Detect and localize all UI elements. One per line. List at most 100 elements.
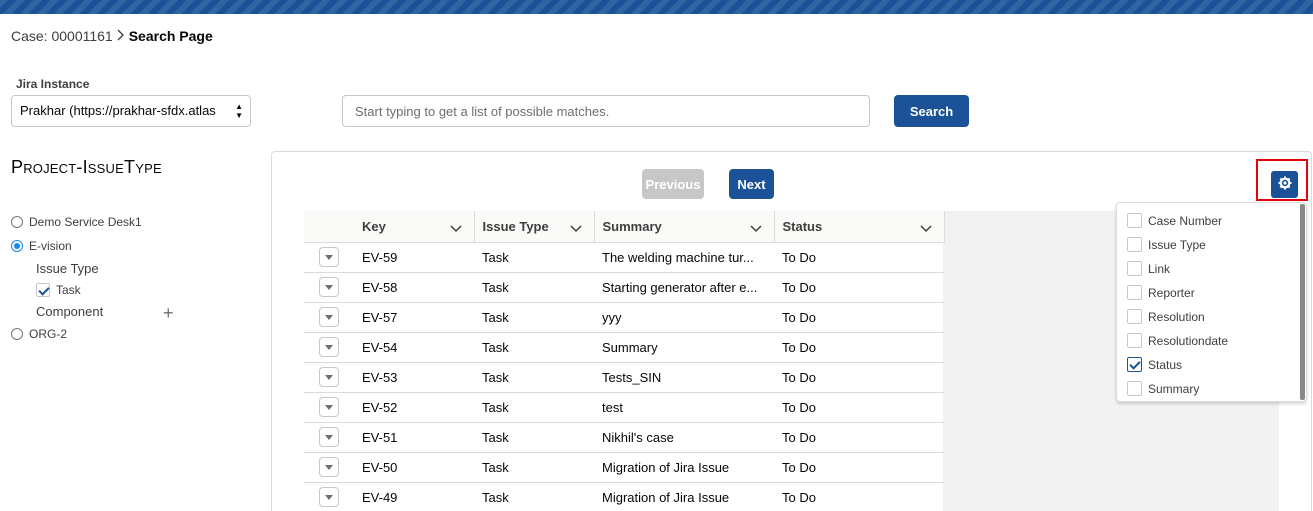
component-label: Component bbox=[36, 304, 104, 319]
cell-status: To Do bbox=[774, 422, 944, 453]
chevron-down-icon[interactable] bbox=[749, 221, 762, 236]
cell-key[interactable]: EV-53 bbox=[354, 362, 474, 393]
column-option-resolutiondate[interactable]: Resolutiondate bbox=[1127, 333, 1228, 348]
breadcrumb-current-page: Search Page bbox=[128, 28, 213, 44]
column-option-label: Issue Type bbox=[1148, 237, 1206, 252]
search-input[interactable] bbox=[342, 95, 870, 127]
project-radio-org-2[interactable]: ORG-2 bbox=[11, 327, 67, 341]
row-action-menu-button[interactable] bbox=[319, 247, 339, 267]
cell-issue-type: Task bbox=[474, 452, 594, 483]
project-label: Demo Service Desk1 bbox=[29, 215, 142, 229]
issue-type-task-checkbox[interactable]: Task bbox=[36, 283, 81, 297]
chevron-down-icon[interactable] bbox=[449, 221, 462, 236]
table-header-row: Key Issue Type Summary Status bbox=[304, 211, 945, 243]
row-action-menu-button[interactable] bbox=[319, 457, 339, 477]
column-header-status[interactable]: Status bbox=[774, 211, 945, 243]
row-action-menu-button[interactable] bbox=[319, 307, 339, 327]
table-row: EV-51 Task Nikhil's case To Do bbox=[304, 422, 944, 453]
chevron-down-icon[interactable] bbox=[919, 221, 932, 236]
row-action-menu-button[interactable] bbox=[319, 367, 339, 387]
column-header-issue-type[interactable]: Issue Type bbox=[474, 211, 595, 243]
caret-down-icon bbox=[325, 434, 333, 440]
caret-down-icon bbox=[325, 464, 333, 470]
checkbox-unchecked-icon bbox=[1127, 285, 1142, 300]
cell-key[interactable]: EV-59 bbox=[354, 242, 474, 273]
next-button[interactable]: Next bbox=[729, 169, 774, 199]
cell-status: To Do bbox=[774, 272, 944, 303]
cell-issue-type: Task bbox=[474, 482, 594, 511]
checkbox-unchecked-icon bbox=[1127, 309, 1142, 324]
search-page: Case: 00001161 Search Page Jira Instance… bbox=[0, 0, 1313, 511]
gear-icon bbox=[1278, 176, 1292, 193]
cell-summary: Starting generator after e... bbox=[594, 272, 774, 303]
cell-issue-type: Task bbox=[474, 392, 594, 423]
cell-key[interactable]: EV-52 bbox=[354, 392, 474, 423]
cell-status: To Do bbox=[774, 302, 944, 333]
radio-unchecked-icon bbox=[11, 328, 23, 340]
previous-button[interactable]: Previous bbox=[642, 169, 704, 199]
cell-key[interactable]: EV-57 bbox=[354, 302, 474, 333]
row-action-cell bbox=[304, 272, 354, 303]
caret-down-icon bbox=[325, 374, 333, 380]
column-option-issue-type[interactable]: Issue Type bbox=[1127, 237, 1206, 252]
cell-summary: yyy bbox=[594, 302, 774, 333]
checkbox-unchecked-icon bbox=[1127, 381, 1142, 396]
cell-status: To Do bbox=[774, 332, 944, 363]
table-row: EV-59 Task The welding machine tur... To… bbox=[304, 242, 944, 273]
column-header-actions bbox=[304, 211, 354, 243]
table-row: EV-57 Task yyy To Do bbox=[304, 302, 944, 333]
checkbox-unchecked-icon bbox=[1127, 213, 1142, 228]
row-action-cell bbox=[304, 242, 354, 273]
jira-instance-select[interactable]: Prakhar (https://prakhar-sfdx.atlas ▲ ▼ bbox=[11, 95, 251, 127]
column-header-label: Status bbox=[782, 218, 823, 234]
cell-key[interactable]: EV-50 bbox=[354, 452, 474, 483]
cell-summary: Migration of Jira Issue bbox=[594, 482, 774, 511]
cell-issue-type: Task bbox=[474, 242, 594, 273]
menu-scrollbar[interactable] bbox=[1300, 204, 1305, 400]
cell-status: To Do bbox=[774, 362, 944, 393]
plus-icon[interactable]: + bbox=[163, 304, 174, 322]
column-settings-button[interactable] bbox=[1271, 171, 1298, 198]
column-option-case-number[interactable]: Case Number bbox=[1127, 213, 1222, 228]
results-table: Key Issue Type Summary Status EV-59 Task… bbox=[304, 211, 945, 511]
cell-key[interactable]: EV-54 bbox=[354, 332, 474, 363]
checkbox-checked-icon bbox=[1127, 357, 1142, 372]
row-action-menu-button[interactable] bbox=[319, 487, 339, 507]
jira-instance-label: Jira Instance bbox=[16, 77, 90, 91]
cell-key[interactable]: EV-49 bbox=[354, 482, 474, 511]
cell-summary: Migration of Jira Issue bbox=[594, 452, 774, 483]
jira-instance-value: Prakhar (https://prakhar-sfdx.atlas bbox=[20, 103, 216, 118]
column-header-label: Summary bbox=[602, 218, 662, 234]
sidebar-title: Project-IssueType bbox=[11, 157, 162, 177]
row-action-menu-button[interactable] bbox=[319, 337, 339, 357]
column-option-reporter[interactable]: Reporter bbox=[1127, 285, 1195, 300]
issue-type-label: Issue Type bbox=[36, 261, 99, 276]
row-action-cell bbox=[304, 482, 354, 511]
column-option-status[interactable]: Status bbox=[1127, 357, 1182, 372]
column-option-label: Case Number bbox=[1148, 213, 1223, 228]
column-option-summary[interactable]: Summary bbox=[1127, 381, 1199, 396]
select-arrows-icon: ▲ ▼ bbox=[235, 102, 243, 120]
breadcrumb-case-link[interactable]: Case: 00001161 bbox=[11, 28, 113, 44]
cell-issue-type: Task bbox=[474, 272, 594, 303]
column-option-link[interactable]: Link bbox=[1127, 261, 1170, 276]
row-action-menu-button[interactable] bbox=[319, 397, 339, 417]
radio-unchecked-icon bbox=[11, 216, 23, 228]
project-radio-e-vision[interactable]: E-vision bbox=[11, 239, 72, 253]
column-option-resolution[interactable]: Resolution bbox=[1127, 309, 1205, 324]
column-header-label: Key bbox=[362, 218, 386, 234]
chevron-down-icon[interactable] bbox=[569, 221, 582, 236]
row-action-cell bbox=[304, 452, 354, 483]
column-header-key[interactable]: Key bbox=[354, 211, 475, 243]
cell-summary: Tests_SIN bbox=[594, 362, 774, 393]
cell-issue-type: Task bbox=[474, 302, 594, 333]
project-radio-demo-service-desk1[interactable]: Demo Service Desk1 bbox=[11, 215, 142, 229]
cell-key[interactable]: EV-58 bbox=[354, 272, 474, 303]
column-header-summary[interactable]: Summary bbox=[594, 211, 775, 243]
caret-down-icon bbox=[325, 284, 333, 290]
row-action-menu-button[interactable] bbox=[319, 427, 339, 447]
row-action-menu-button[interactable] bbox=[319, 277, 339, 297]
cell-key[interactable]: EV-51 bbox=[354, 422, 474, 453]
project-label: ORG-2 bbox=[29, 327, 68, 341]
search-button[interactable]: Search bbox=[894, 95, 969, 127]
